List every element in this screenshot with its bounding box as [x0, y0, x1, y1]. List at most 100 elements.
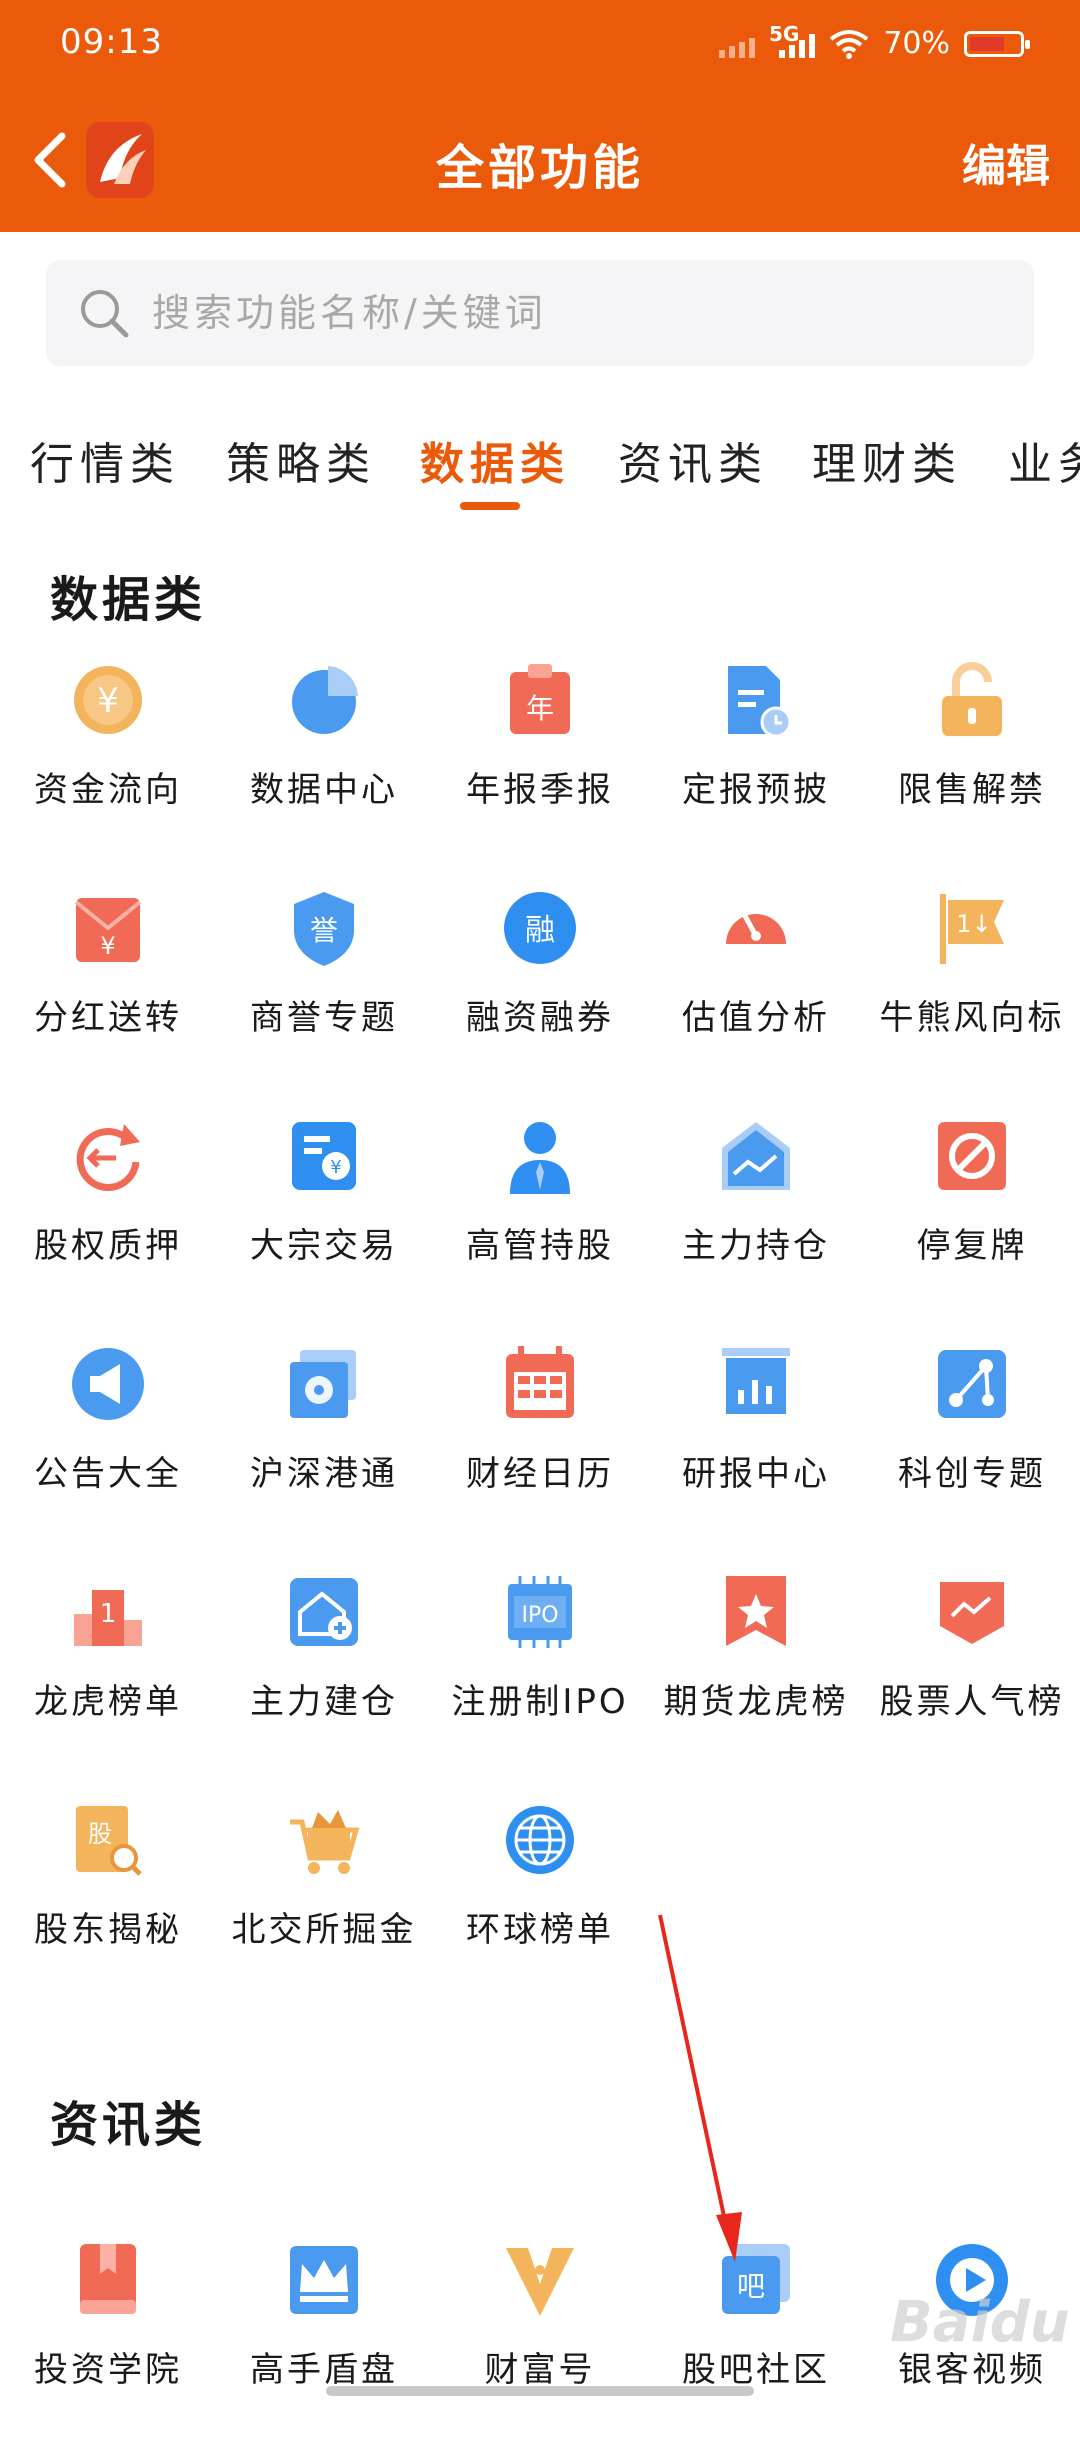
function-item[interactable]: 投资学院: [0, 2240, 216, 2440]
network-type: 5G: [768, 21, 800, 46]
function-item[interactable]: 股票人气榜: [864, 1572, 1080, 1772]
function-item[interactable]: 估值分析: [648, 888, 864, 1088]
gauge-icon: [718, 888, 794, 968]
function-item-label: 主力持仓: [682, 1226, 830, 1266]
svg-text:1: 1: [100, 1599, 117, 1629]
function-item-label: 数据中心: [250, 770, 398, 810]
svg-text:股: 股: [88, 1820, 112, 1848]
function-item-label: 注册制IPO: [451, 1682, 629, 1722]
function-item[interactable]: 誉商誉专题: [216, 888, 432, 1088]
section-title-data: 数据类: [50, 572, 207, 628]
function-item[interactable]: 定报预披: [648, 660, 864, 860]
podium-icon: 1: [70, 1572, 146, 1652]
tab-news[interactable]: 资讯类: [618, 428, 768, 492]
battery-icon: [964, 30, 1030, 57]
function-item[interactable]: ¥ 大宗交易: [216, 1116, 432, 1316]
function-item[interactable]: 限售解禁: [864, 660, 1080, 860]
function-item-label: 股票人气榜: [879, 1682, 1065, 1722]
function-item[interactable]: 环球榜单: [432, 1800, 648, 2000]
status-time: 09:13: [60, 22, 163, 62]
stop-sign-icon: [934, 1116, 1010, 1196]
function-item[interactable]: 高手盾盘: [216, 2240, 432, 2440]
function-item-label: 科创专题: [898, 1454, 1046, 1494]
section-title-news: 资讯类: [50, 2097, 207, 2153]
watermark: Baidu: [890, 2290, 1070, 2355]
function-item-label: 北交所掘金: [231, 1910, 417, 1950]
pie-chart-icon: [286, 660, 362, 740]
function-item[interactable]: 公告大全: [0, 1344, 216, 1544]
function-item-label: 投资学院: [34, 2350, 182, 2390]
function-item-label: 融资融券: [466, 998, 614, 1038]
function-item[interactable]: 数据中心: [216, 660, 432, 860]
function-item[interactable]: 期货龙虎榜: [648, 1572, 864, 1772]
stock-search-icon: 股: [70, 1800, 146, 1880]
status-icons: 5G 70%: [718, 22, 1030, 61]
tab-indicator: [460, 502, 520, 510]
tab-strategy[interactable]: 策略类: [226, 428, 376, 492]
function-item[interactable]: 停复牌: [864, 1116, 1080, 1316]
function-item[interactable]: 沪深港通: [216, 1344, 432, 1544]
function-item[interactable]: 融融资融券: [432, 888, 648, 1088]
function-item[interactable]: 研报中心: [648, 1344, 864, 1544]
function-item[interactable]: ¥ 资金流向: [0, 660, 216, 860]
function-item[interactable]: 财富号: [432, 2240, 648, 2440]
function-item[interactable]: 主力建仓: [216, 1572, 432, 1772]
function-item-label: 高手盾盘: [250, 2350, 398, 2390]
search-input[interactable]: [150, 290, 994, 336]
shield-badge-icon: 誉: [286, 888, 362, 968]
function-item-label: 年报季报: [466, 770, 614, 810]
house-chart-icon: [718, 1116, 794, 1196]
megaphone-icon: [70, 1344, 146, 1424]
coin-yuan-icon: ¥: [70, 660, 146, 740]
tab-data[interactable]: 数据类: [420, 428, 570, 492]
search-icon: [81, 290, 129, 338]
function-item-label: 财富号: [484, 2350, 596, 2390]
svg-text:¥: ¥: [330, 1157, 341, 1178]
tab-business[interactable]: 业务: [1008, 428, 1080, 492]
executive-person-icon: [502, 1116, 578, 1196]
svg-text:吧: 吧: [737, 2270, 765, 2303]
function-item-label: 沪深港通: [250, 1454, 398, 1494]
function-item[interactable]: 1↓ 牛熊风向标: [864, 888, 1080, 1088]
margin-circle-icon: 融: [502, 888, 578, 968]
function-item-label: 停复牌: [916, 1226, 1028, 1266]
function-item[interactable]: 吧股吧社区: [648, 2240, 864, 2440]
function-item-label: 股权质押: [34, 1226, 182, 1266]
function-item[interactable]: 北交所掘金: [216, 1800, 432, 2000]
function-item-label: 商誉专题: [250, 998, 398, 1038]
function-item[interactable]: 高管持股: [432, 1116, 648, 1316]
category-tabs: 行情类 策略类 数据类 资讯类 理财类 业务: [0, 410, 1080, 510]
page-title: 全部功能: [435, 140, 644, 196]
function-item-label: 高管持股: [466, 1226, 614, 1266]
signal-weak-icon: [718, 30, 755, 58]
function-item-label: 龙虎榜单: [34, 1682, 182, 1722]
function-item[interactable]: 股股东揭秘: [0, 1800, 216, 2000]
tab-wealth[interactable]: 理财类: [812, 428, 962, 492]
gold-cart-icon: [286, 1800, 362, 1880]
function-item[interactable]: 财经日历: [432, 1344, 648, 1544]
trade-doc-icon: ¥: [286, 1116, 362, 1196]
home-indicator[interactable]: [326, 2386, 754, 2396]
function-item[interactable]: 年年报季报: [432, 660, 648, 860]
function-item[interactable]: 科创专题: [864, 1344, 1080, 1544]
function-item[interactable]: 主力持仓: [648, 1116, 864, 1316]
function-item[interactable]: 1 龙虎榜单: [0, 1572, 216, 1772]
star-banner-icon: [718, 1572, 794, 1652]
unlock-icon: [934, 660, 1010, 740]
function-item[interactable]: 股权质押: [0, 1116, 216, 1316]
ipo-chip-icon: IPO: [502, 1572, 578, 1652]
battery-percent: 70%: [883, 26, 950, 61]
tab-market[interactable]: 行情类: [30, 428, 180, 492]
bar-board-icon: [718, 1344, 794, 1424]
edit-button[interactable]: 编辑: [962, 130, 1050, 194]
function-item-label: 研报中心: [682, 1454, 830, 1494]
function-item[interactable]: IPO 注册制IPO: [432, 1572, 648, 1772]
book-icon: [70, 2240, 146, 2320]
pen-nib-icon: [502, 2240, 578, 2320]
globe-icon: [502, 1800, 578, 1880]
function-item[interactable]: ¥ 分红送转: [0, 888, 216, 1088]
function-item-label: 分红送转: [34, 998, 182, 1038]
function-item-label: 估值分析: [682, 998, 830, 1038]
function-item-label: 股东揭秘: [34, 1910, 182, 1950]
search-bar[interactable]: [46, 260, 1034, 366]
